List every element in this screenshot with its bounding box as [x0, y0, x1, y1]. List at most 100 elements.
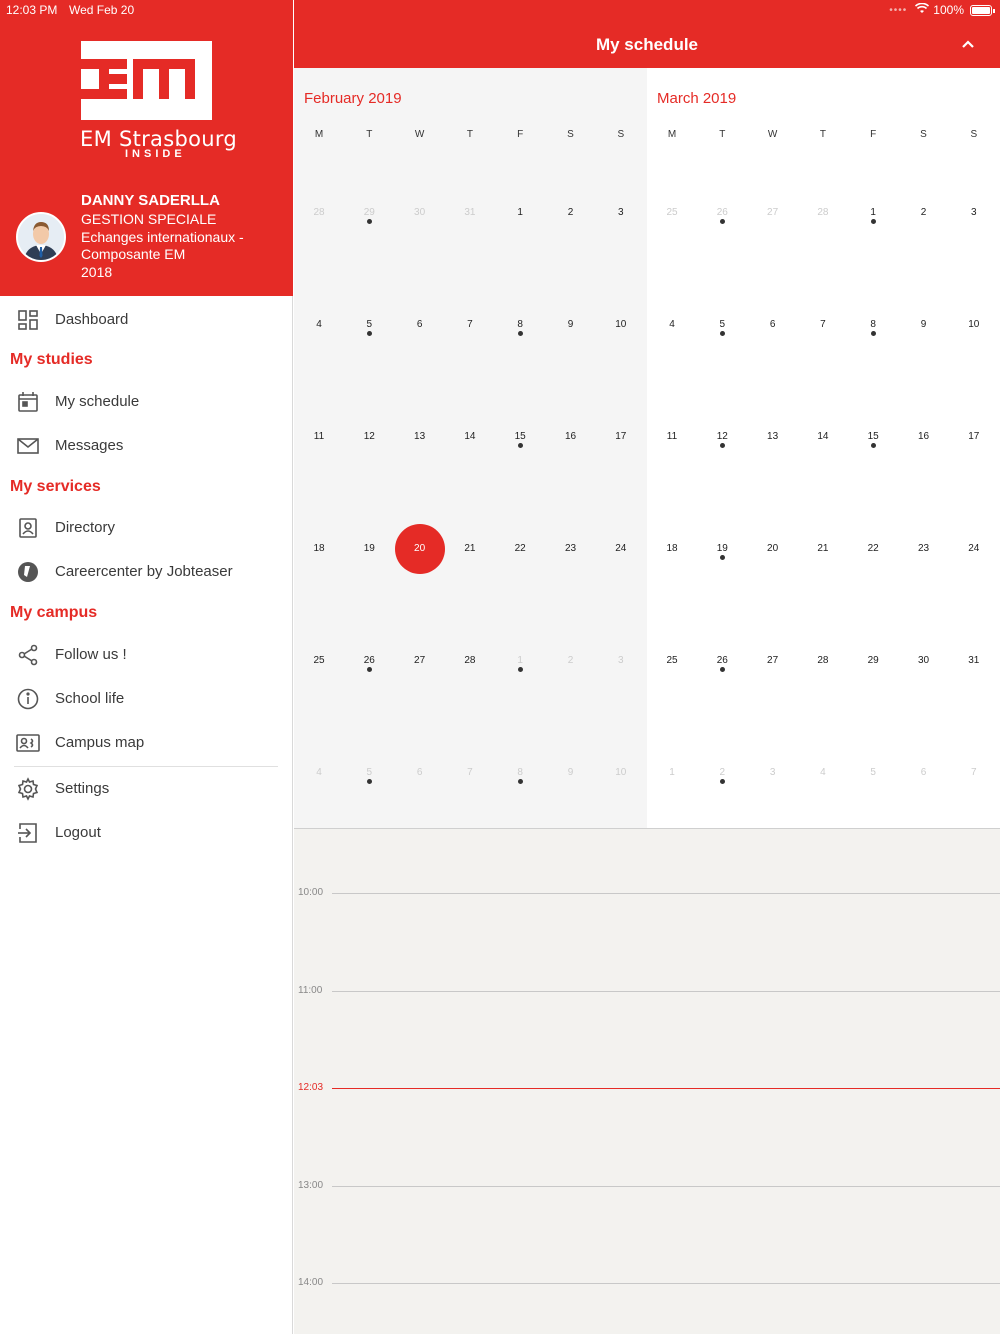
calendar-day[interactable]: 20 [748, 543, 798, 554]
calendar-day[interactable]: 27 [748, 655, 798, 666]
month-february: February 2019 M T W T F S S 28 29 30 31 1 2 3 4 5 6 7 8 9 10… [294, 68, 647, 828]
calendar-day[interactable]: 28 [798, 655, 848, 666]
calendar-day[interactable]: 20 [395, 543, 445, 554]
nav-item-follow-us[interactable]: Follow us ! [0, 635, 293, 675]
calendar-day[interactable]: 19 [697, 543, 747, 554]
calendar-day[interactable]: 5 [848, 767, 898, 778]
calendar-day[interactable]: 3 [949, 207, 999, 218]
nav-item-school-life[interactable]: School life [0, 679, 293, 719]
calendar-day[interactable]: 10 [596, 767, 646, 778]
calendar-day[interactable]: 29 [344, 207, 394, 218]
calendar-day[interactable]: 10 [596, 319, 646, 330]
calendar-day[interactable]: 7 [445, 319, 495, 330]
calendar-day[interactable]: 8 [495, 319, 545, 330]
nav-item-my-schedule[interactable]: My schedule [0, 382, 293, 422]
calendar-day[interactable]: 30 [395, 207, 445, 218]
calendar-day[interactable]: 18 [647, 543, 697, 554]
calendar-day[interactable]: 24 [949, 543, 999, 554]
calendar-day[interactable]: 16 [546, 431, 596, 442]
calendar-day[interactable]: 14 [798, 431, 848, 442]
calendar-day[interactable]: 15 [848, 431, 898, 442]
calendar-day[interactable]: 6 [395, 319, 445, 330]
calendar-day[interactable]: 7 [445, 767, 495, 778]
calendar-day[interactable]: 4 [294, 319, 344, 330]
calendar-day[interactable]: 31 [949, 655, 999, 666]
calendar-day[interactable]: 27 [395, 655, 445, 666]
calendar-day[interactable]: 1 [647, 767, 697, 778]
calendar-day[interactable]: 26 [697, 207, 747, 218]
calendar-day[interactable]: 22 [495, 543, 545, 554]
calendar-day[interactable]: 26 [697, 655, 747, 666]
calendar-day[interactable]: 5 [344, 767, 394, 778]
calendar-day[interactable]: 9 [546, 319, 596, 330]
calendar-day[interactable]: 17 [949, 431, 999, 442]
calendar-day[interactable]: 24 [596, 543, 646, 554]
calendar-day[interactable]: 8 [495, 767, 545, 778]
day-timeline[interactable]: 10:00 11:00 12:03 13:00 14:00 [294, 828, 1000, 1334]
chevron-up-icon[interactable] [960, 36, 976, 52]
calendar-day[interactable]: 25 [647, 655, 697, 666]
calendar-day[interactable]: 8 [848, 319, 898, 330]
calendar-day[interactable]: 12 [697, 431, 747, 442]
page-title: My schedule [595, 35, 699, 54]
calendar-day[interactable]: 28 [294, 207, 344, 218]
calendar-day[interactable]: 28 [445, 655, 495, 666]
calendar-day[interactable]: 2 [697, 767, 747, 778]
calendar-day[interactable]: 25 [647, 207, 697, 218]
calendar-day[interactable]: 5 [344, 319, 394, 330]
nav-item-messages[interactable]: Messages [0, 426, 293, 466]
calendar-day[interactable]: 19 [344, 543, 394, 554]
calendar-day[interactable]: 4 [294, 767, 344, 778]
calendar-day[interactable]: 17 [596, 431, 646, 442]
calendar-day[interactable]: 7 [798, 319, 848, 330]
calendar-day[interactable]: 6 [899, 767, 949, 778]
calendar-day[interactable]: 6 [748, 319, 798, 330]
nav-item-careercenter[interactable]: Careercenter by Jobteaser [0, 552, 293, 592]
calendar-day[interactable]: 23 [899, 543, 949, 554]
calendar-day[interactable]: 22 [848, 543, 898, 554]
calendar-day[interactable]: 5 [697, 319, 747, 330]
calendar-day[interactable]: 13 [748, 431, 798, 442]
calendar-day[interactable]: 18 [294, 543, 344, 554]
calendar-day[interactable]: 14 [445, 431, 495, 442]
calendar-day[interactable]: 4 [798, 767, 848, 778]
calendar-day[interactable]: 11 [647, 431, 697, 442]
calendar-day[interactable]: 2 [546, 207, 596, 218]
calendar-day[interactable]: 15 [495, 431, 545, 442]
calendar-day[interactable]: 31 [445, 207, 495, 218]
nav-item-dashboard[interactable]: Dashboard [0, 300, 293, 340]
calendar-day[interactable]: 21 [445, 543, 495, 554]
calendar-day[interactable]: 16 [899, 431, 949, 442]
calendar-day[interactable]: 27 [748, 207, 798, 218]
calendar-day[interactable]: 3 [748, 767, 798, 778]
nav-item-campus-map[interactable]: Campus map [0, 723, 293, 763]
calendar-day[interactable]: 10 [949, 319, 999, 330]
calendar-day[interactable]: 1 [848, 207, 898, 218]
calendar-day[interactable]: 1 [495, 207, 545, 218]
calendar-day[interactable]: 4 [647, 319, 697, 330]
calendar-day[interactable]: 28 [798, 207, 848, 218]
nav-item-settings[interactable]: Settings [0, 769, 293, 809]
calendar-day[interactable]: 3 [596, 655, 646, 666]
calendar-day[interactable]: 9 [546, 767, 596, 778]
calendar-day[interactable]: 1 [495, 655, 545, 666]
calendar-day[interactable]: 23 [546, 543, 596, 554]
calendar-day[interactable]: 12 [344, 431, 394, 442]
nav-item-logout[interactable]: Logout [0, 813, 293, 853]
month-march: March 2019 M T W T F S S 25 26 27 28 1 2 3 4 5 6 7 8 9 10 11 1… [647, 68, 1000, 828]
calendar-day[interactable]: 21 [798, 543, 848, 554]
calendar-day[interactable]: 6 [395, 767, 445, 778]
calendar-day[interactable]: 2 [546, 655, 596, 666]
calendar-day[interactable]: 25 [294, 655, 344, 666]
calendar-day[interactable]: 11 [294, 431, 344, 442]
calendar-day[interactable]: 29 [848, 655, 898, 666]
calendar-day[interactable]: 2 [899, 207, 949, 218]
avatar[interactable] [16, 212, 66, 262]
calendar-day[interactable]: 26 [344, 655, 394, 666]
calendar-day[interactable]: 30 [899, 655, 949, 666]
calendar-day[interactable]: 13 [395, 431, 445, 442]
calendar-day[interactable]: 3 [596, 207, 646, 218]
calendar-day[interactable]: 9 [899, 319, 949, 330]
calendar-day[interactable]: 7 [949, 767, 999, 778]
nav-item-directory[interactable]: Directory [0, 508, 293, 548]
